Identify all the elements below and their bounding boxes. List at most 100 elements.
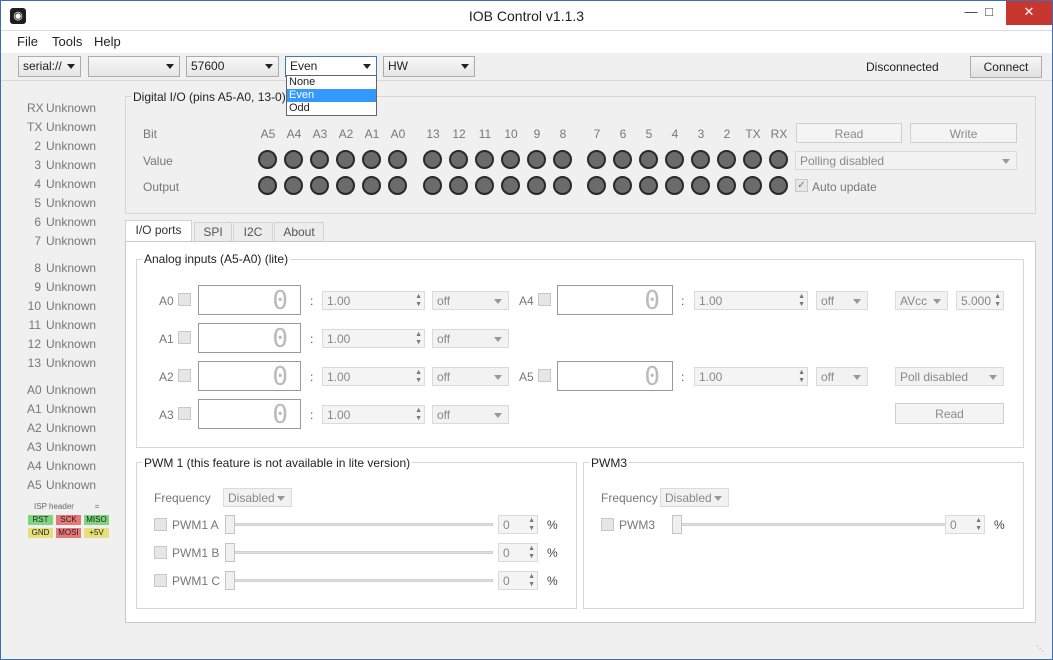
output-led[interactable] <box>553 176 572 195</box>
pin-name: A5 <box>27 478 42 492</box>
menu-help[interactable]: Help <box>94 34 121 49</box>
chevron-down-icon <box>494 375 502 380</box>
pin-row: TX Unknown <box>27 120 127 136</box>
analog-enable-checkbox[interactable] <box>538 369 551 382</box>
analog-enable-checkbox[interactable] <box>178 331 191 344</box>
output-led[interactable] <box>743 176 762 195</box>
parity-select[interactable]: Even <box>285 56 377 77</box>
port-type-select[interactable]: serial:// <box>18 56 81 77</box>
analog-factor-spinbox[interactable]: 1.00 ▲ ▼ <box>694 291 808 310</box>
pwm-enable-checkbox[interactable] <box>154 518 167 531</box>
analog-mode-select[interactable]: off <box>816 291 868 310</box>
polling-select[interactable]: Polling disabled <box>795 151 1017 170</box>
analog-factor-spinbox[interactable]: 1.00 ▲ ▼ <box>694 367 808 386</box>
tab-spi[interactable]: SPI <box>194 222 232 242</box>
output-led[interactable] <box>258 176 277 195</box>
output-led[interactable] <box>388 176 407 195</box>
output-led[interactable] <box>284 176 303 195</box>
analog-mode-select[interactable]: off <box>432 329 509 348</box>
menu-tools[interactable]: Tools <box>52 34 82 49</box>
digital-write-button[interactable]: Write <box>910 123 1017 143</box>
connect-button[interactable]: Connect <box>970 56 1042 78</box>
pin-row: A5 Unknown <box>27 478 127 494</box>
pin-name: 12 <box>27 337 41 351</box>
parity-option-even[interactable]: Even <box>287 89 376 102</box>
output-led[interactable] <box>587 176 606 195</box>
pin-name: RX <box>27 101 44 115</box>
output-led[interactable] <box>769 176 788 195</box>
port-select[interactable] <box>88 56 180 77</box>
pwm3-frequency-select[interactable]: Disabled <box>660 488 729 507</box>
parity-option-none[interactable]: None <box>287 76 376 89</box>
pin-name: 7 <box>34 234 41 248</box>
output-led[interactable] <box>613 176 632 195</box>
analog-mode-value: off <box>821 370 835 384</box>
value-led <box>613 150 632 169</box>
pwm-slider-thumb[interactable] <box>225 543 235 562</box>
tab-i2c[interactable]: I2C <box>233 222 273 242</box>
digital-read-button[interactable]: Read <box>796 123 902 143</box>
output-led[interactable] <box>665 176 684 195</box>
output-led[interactable] <box>423 176 442 195</box>
port-type-value: serial:// <box>23 59 62 73</box>
analog-enable-checkbox[interactable] <box>538 293 551 306</box>
baud-select[interactable]: 57600 <box>186 56 279 77</box>
analog-mode-select[interactable]: off <box>432 291 509 310</box>
analog-mode-select[interactable]: off <box>432 367 509 386</box>
reference-voltage-spinbox[interactable]: 5.000 ▲ ▼ <box>956 291 1004 310</box>
pwm-slider-thumb[interactable] <box>225 515 235 534</box>
pwm-enable-checkbox[interactable] <box>601 518 614 531</box>
analog-read-button[interactable]: Read <box>895 403 1004 424</box>
pwm-slider-thumb[interactable] <box>672 515 682 534</box>
output-led[interactable] <box>639 176 658 195</box>
chevron-down-icon <box>494 413 502 418</box>
analog-poll-select[interactable]: Poll disabled <box>895 367 1004 386</box>
reference-select[interactable]: AVcc <box>895 291 948 310</box>
analog-factor-spinbox[interactable]: 1.00 ▲ ▼ <box>322 405 425 424</box>
pwm-enable-checkbox[interactable] <box>154 546 167 559</box>
analog-reading: 0 <box>272 324 288 354</box>
analog-factor-spinbox[interactable]: 1.00 ▲ ▼ <box>322 329 425 348</box>
pin-row: 6 Unknown <box>27 215 127 231</box>
output-led[interactable] <box>362 176 381 195</box>
bit-label: TX <box>745 127 761 141</box>
output-led[interactable] <box>475 176 494 195</box>
pwm-enable-checkbox[interactable] <box>154 574 167 587</box>
output-led[interactable] <box>691 176 710 195</box>
tab-about[interactable]: About <box>274 222 324 242</box>
analog-channel-label: A0 <box>159 294 174 308</box>
analog-factor-spinbox[interactable]: 1.00 ▲ ▼ <box>322 291 425 310</box>
analog-enable-checkbox[interactable] <box>178 407 191 420</box>
auto-update-checkbox[interactable]: ✓ <box>795 179 808 192</box>
analog-mode-select[interactable]: off <box>816 367 868 386</box>
maximize-button[interactable]: □ <box>972 1 1006 25</box>
flow-control-select[interactable]: HW <box>383 56 475 77</box>
output-led[interactable] <box>449 176 468 195</box>
pwm-value-spinbox[interactable]: 0 ▲ ▼ <box>498 571 538 590</box>
pwm-slider-thumb[interactable] <box>225 571 235 590</box>
output-led[interactable] <box>336 176 355 195</box>
pwm1-frequency-select[interactable]: Disabled <box>223 488 292 507</box>
output-led[interactable] <box>310 176 329 195</box>
parity-option-odd[interactable]: Odd <box>287 102 376 115</box>
analog-mode-select[interactable]: off <box>432 405 509 424</box>
pwm-value-spinbox[interactable]: 0 ▲ ▼ <box>498 543 538 562</box>
pwm-value-spinbox[interactable]: 0 ▲ ▼ <box>945 515 985 534</box>
resize-grip-icon[interactable]: ⋱ <box>1036 644 1046 654</box>
close-button[interactable]: ✕ <box>1006 1 1052 25</box>
analog-factor-spinbox[interactable]: 1.00 ▲ ▼ <box>322 367 425 386</box>
pin-status-list: RX Unknown TX Unknown 2 Unknown 3 Unknown 4 Unkno… <box>27 101 127 501</box>
output-led[interactable] <box>501 176 520 195</box>
colon-separator: : <box>681 370 685 384</box>
tab-io-ports[interactable]: I/O ports <box>125 220 192 243</box>
pin-name: A0 <box>27 383 42 397</box>
menu-file[interactable]: File <box>17 34 38 49</box>
pwm1-frequency-value: Disabled <box>228 491 275 505</box>
output-led[interactable] <box>717 176 736 195</box>
output-led[interactable] <box>527 176 546 195</box>
analog-reading: 0 <box>272 400 288 430</box>
pwm-value-spinbox[interactable]: 0 ▲ ▼ <box>498 515 538 534</box>
analog-enable-checkbox[interactable] <box>178 293 191 306</box>
analog-enable-checkbox[interactable] <box>178 369 191 382</box>
isp-pin-rst: RST <box>28 515 53 525</box>
